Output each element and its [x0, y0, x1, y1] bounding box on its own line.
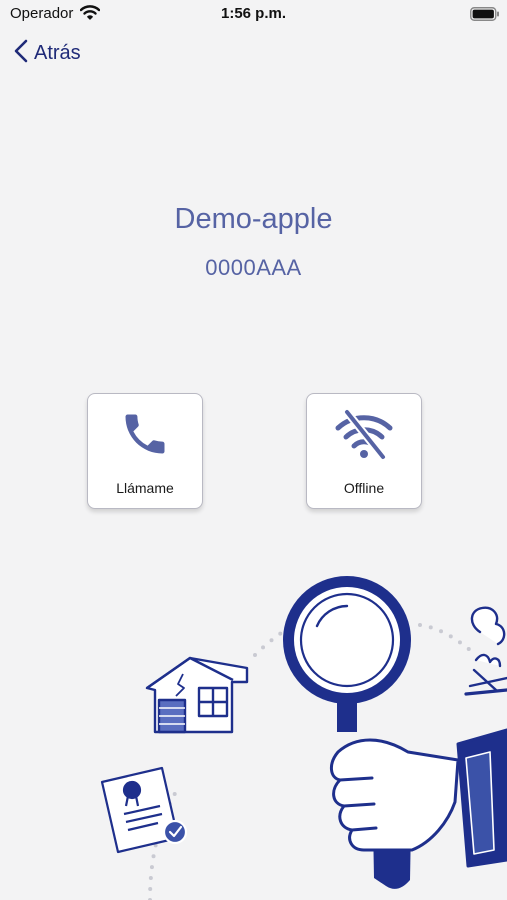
hand-icon — [330, 728, 507, 868]
fire-icon — [464, 606, 507, 696]
certificate-icon — [100, 766, 188, 854]
status-bar: Operador 1:56 p.m. — [0, 0, 507, 28]
phone-icon — [88, 408, 202, 465]
back-label: Atrás — [34, 41, 81, 64]
chevron-left-icon — [14, 39, 28, 68]
battery-icon — [470, 7, 500, 26]
call-me-label: Llámame — [116, 480, 174, 496]
offline-button[interactable]: Offline — [306, 393, 422, 509]
wifi-off-icon — [307, 408, 421, 465]
offline-label: Offline — [343, 480, 385, 496]
house-icon — [145, 656, 249, 734]
device-name: Demo-apple — [174, 203, 333, 235]
back-button[interactable]: Atrás — [14, 39, 81, 68]
device-code: 0000AAA — [205, 255, 302, 280]
inspection-illustration — [100, 576, 507, 900]
clock: 1:56 p.m. — [220, 5, 287, 22]
call-me-button[interactable]: Llámame — [87, 393, 203, 509]
